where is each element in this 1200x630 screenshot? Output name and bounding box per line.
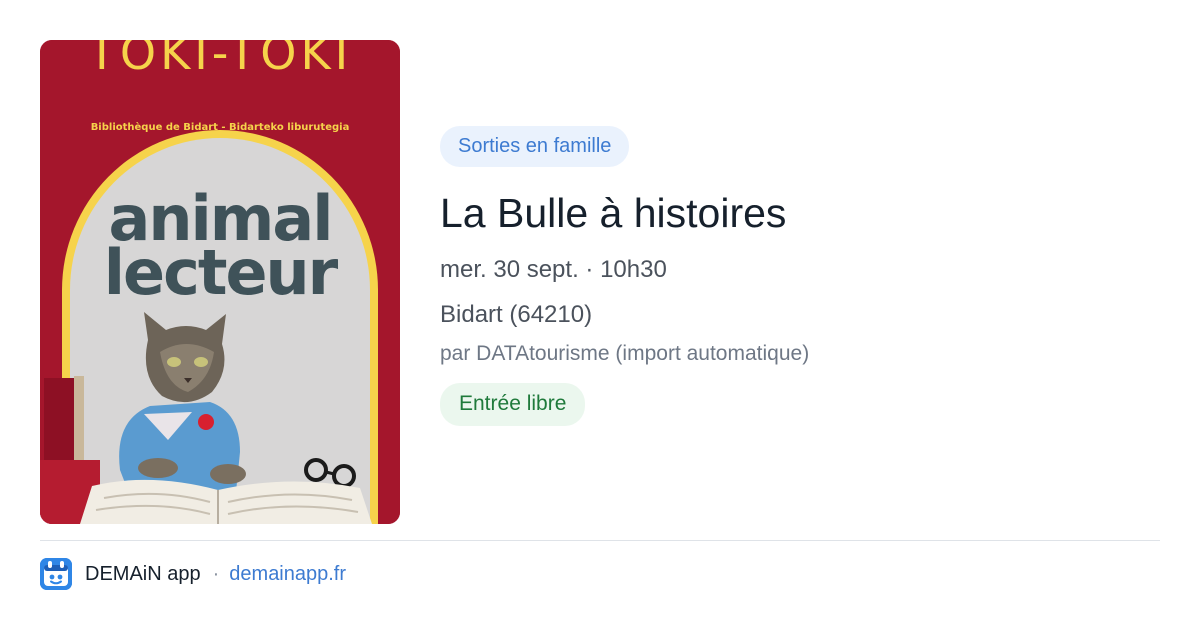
poster-title: animal lecteur [40, 188, 400, 309]
app-name: DEMAiN app [85, 562, 201, 585]
event-date: mer. 30 sept. · 10h30 [440, 256, 667, 283]
poster-header-text: TOKI-TOKI [87, 40, 353, 80]
category-badge[interactable]: Sorties en famille [440, 126, 630, 167]
event-info: Sorties en famille La Bulle à histoires … [440, 126, 1160, 426]
price-badge: Entrée libre [440, 383, 586, 426]
footer-divider [40, 540, 1160, 541]
footer: DEMAiN app · demainapp.fr [40, 558, 346, 590]
poster-title-line2: lecteur [103, 236, 338, 309]
event-poster-image[interactable]: TOKI-TOKI Bibliothèque de Bidart - Bidar… [40, 40, 400, 524]
footer-separator: · [212, 562, 220, 585]
app-site-link[interactable]: demainapp.fr [229, 563, 346, 586]
demain-app-icon[interactable] [40, 558, 72, 590]
event-source: par DATAtourisme (import automatique) [440, 342, 810, 365]
event-location: Bidart (64210) [440, 301, 593, 328]
category-row: Sorties en famille [440, 126, 1160, 167]
price-row: Entrée libre [440, 368, 1160, 426]
poster-subtitle: Bibliothèque de Bidart - Bidarteko libur… [90, 122, 350, 133]
event-title[interactable]: La Bulle à histoires [440, 188, 1160, 238]
event-card: TOKI-TOKI Bibliothèque de Bidart - Bidar… [0, 0, 1200, 630]
